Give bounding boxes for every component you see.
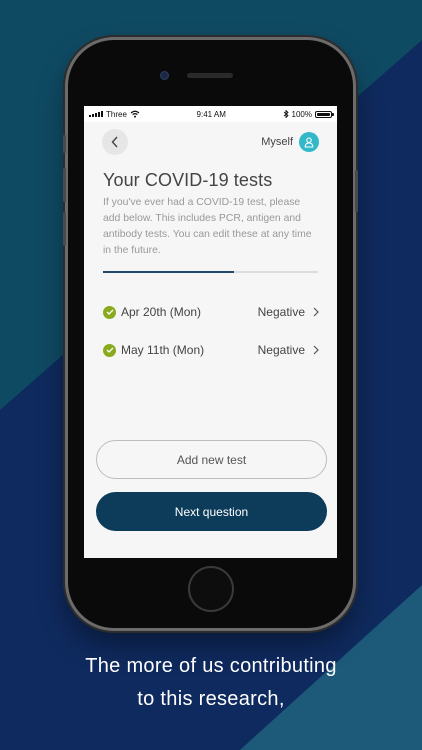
check-icon <box>103 343 116 357</box>
test-date: May 11th (Mon) <box>121 343 205 357</box>
test-row-2[interactable]: May 11th (Mon) Negative <box>84 331 337 369</box>
chevron-left-icon <box>111 136 118 148</box>
person-icon <box>304 136 314 148</box>
bluetooth-icon <box>283 110 289 118</box>
home-button[interactable] <box>188 566 234 612</box>
test-row-1[interactable]: Apr 20th (Mon) Negative <box>84 293 337 331</box>
battery-icon <box>314 110 334 118</box>
volume-up-button <box>63 168 66 202</box>
battery-percent: 100% <box>291 109 312 119</box>
phone-frame: Three 9:41 AM 100% Myself Your COVID-19 … <box>63 40 358 628</box>
chevron-right-icon <box>313 307 319 317</box>
profile-switcher[interactable]: Myself <box>261 132 319 152</box>
volume-down-button <box>63 212 66 246</box>
back-button[interactable] <box>102 129 128 155</box>
test-list: Apr 20th (Mon) Negative May 11th (Mon) N… <box>84 293 337 369</box>
signal-icon <box>89 111 103 117</box>
add-new-test-button[interactable]: Add new test <box>96 440 327 479</box>
marketing-caption: The more of us contributing to this rese… <box>0 650 422 716</box>
status-time: 9:41 AM <box>196 109 226 119</box>
front-camera <box>160 71 169 80</box>
caption-line-2: to this research, <box>137 688 285 710</box>
progress-fill <box>103 271 235 273</box>
page-description: If you've ever had a COVID-19 test, plea… <box>103 197 312 256</box>
check-icon <box>103 305 116 319</box>
test-result: Negative <box>257 305 305 319</box>
app-screen: Three 9:41 AM 100% Myself Your COVID-19 … <box>84 106 337 558</box>
earpiece-speaker <box>187 73 233 78</box>
chevron-right-icon <box>313 345 319 355</box>
profile-label: Myself <box>261 136 293 148</box>
test-result: Negative <box>257 343 305 357</box>
test-date: Apr 20th (Mon) <box>121 305 202 319</box>
page-title: Your COVID-19 tests <box>103 170 273 190</box>
carrier-label: Three <box>106 109 127 119</box>
caption-line-1: The more of us contributing <box>85 655 337 677</box>
wifi-icon <box>130 110 140 118</box>
next-question-button[interactable]: Next question <box>96 492 327 531</box>
header: Myself <box>84 122 337 162</box>
mute-switch <box>63 135 66 153</box>
power-button <box>355 170 358 212</box>
avatar <box>299 132 319 152</box>
progress-bar <box>103 271 318 273</box>
status-bar: Three 9:41 AM 100% <box>84 106 337 122</box>
